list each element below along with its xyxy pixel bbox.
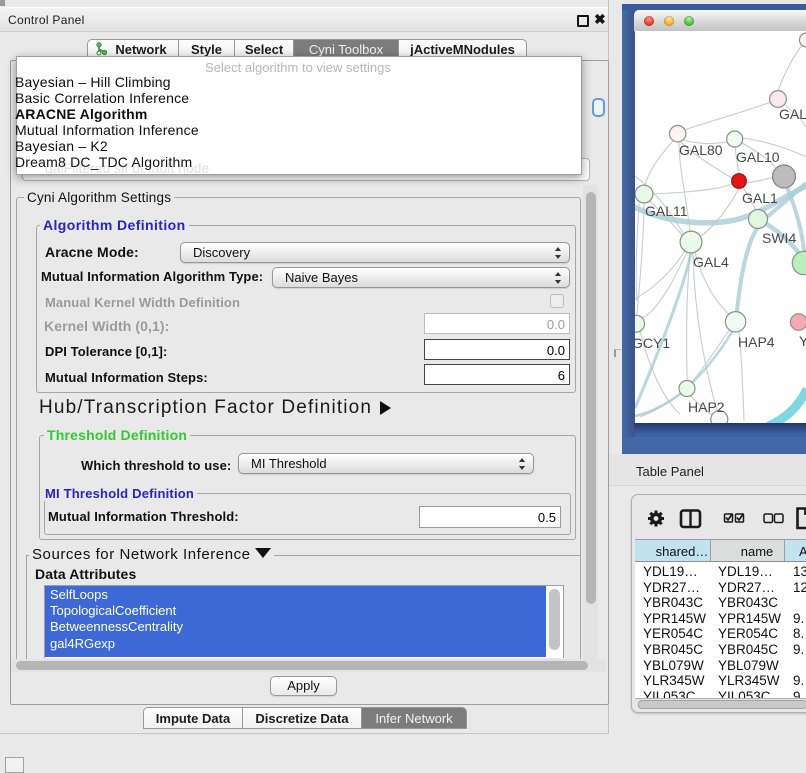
svg-text:GAL11: GAL11 [645,203,688,219]
svg-text:GCY1: GCY1 [635,335,670,351]
svg-text:SWI4: SWI4 [762,230,796,246]
svg-text:GAL10: GAL10 [736,149,780,165]
svg-text:HAP2: HAP2 [688,399,725,415]
svg-text:GAL1: GAL1 [742,190,778,206]
svg-text:GAL4: GAL4 [693,254,729,270]
svg-text:HAP4: HAP4 [738,334,775,350]
svg-text:GAL80: GAL80 [679,142,723,158]
svg-text:GAL: GAL [779,106,806,122]
svg-text:Y: Y [799,333,806,349]
